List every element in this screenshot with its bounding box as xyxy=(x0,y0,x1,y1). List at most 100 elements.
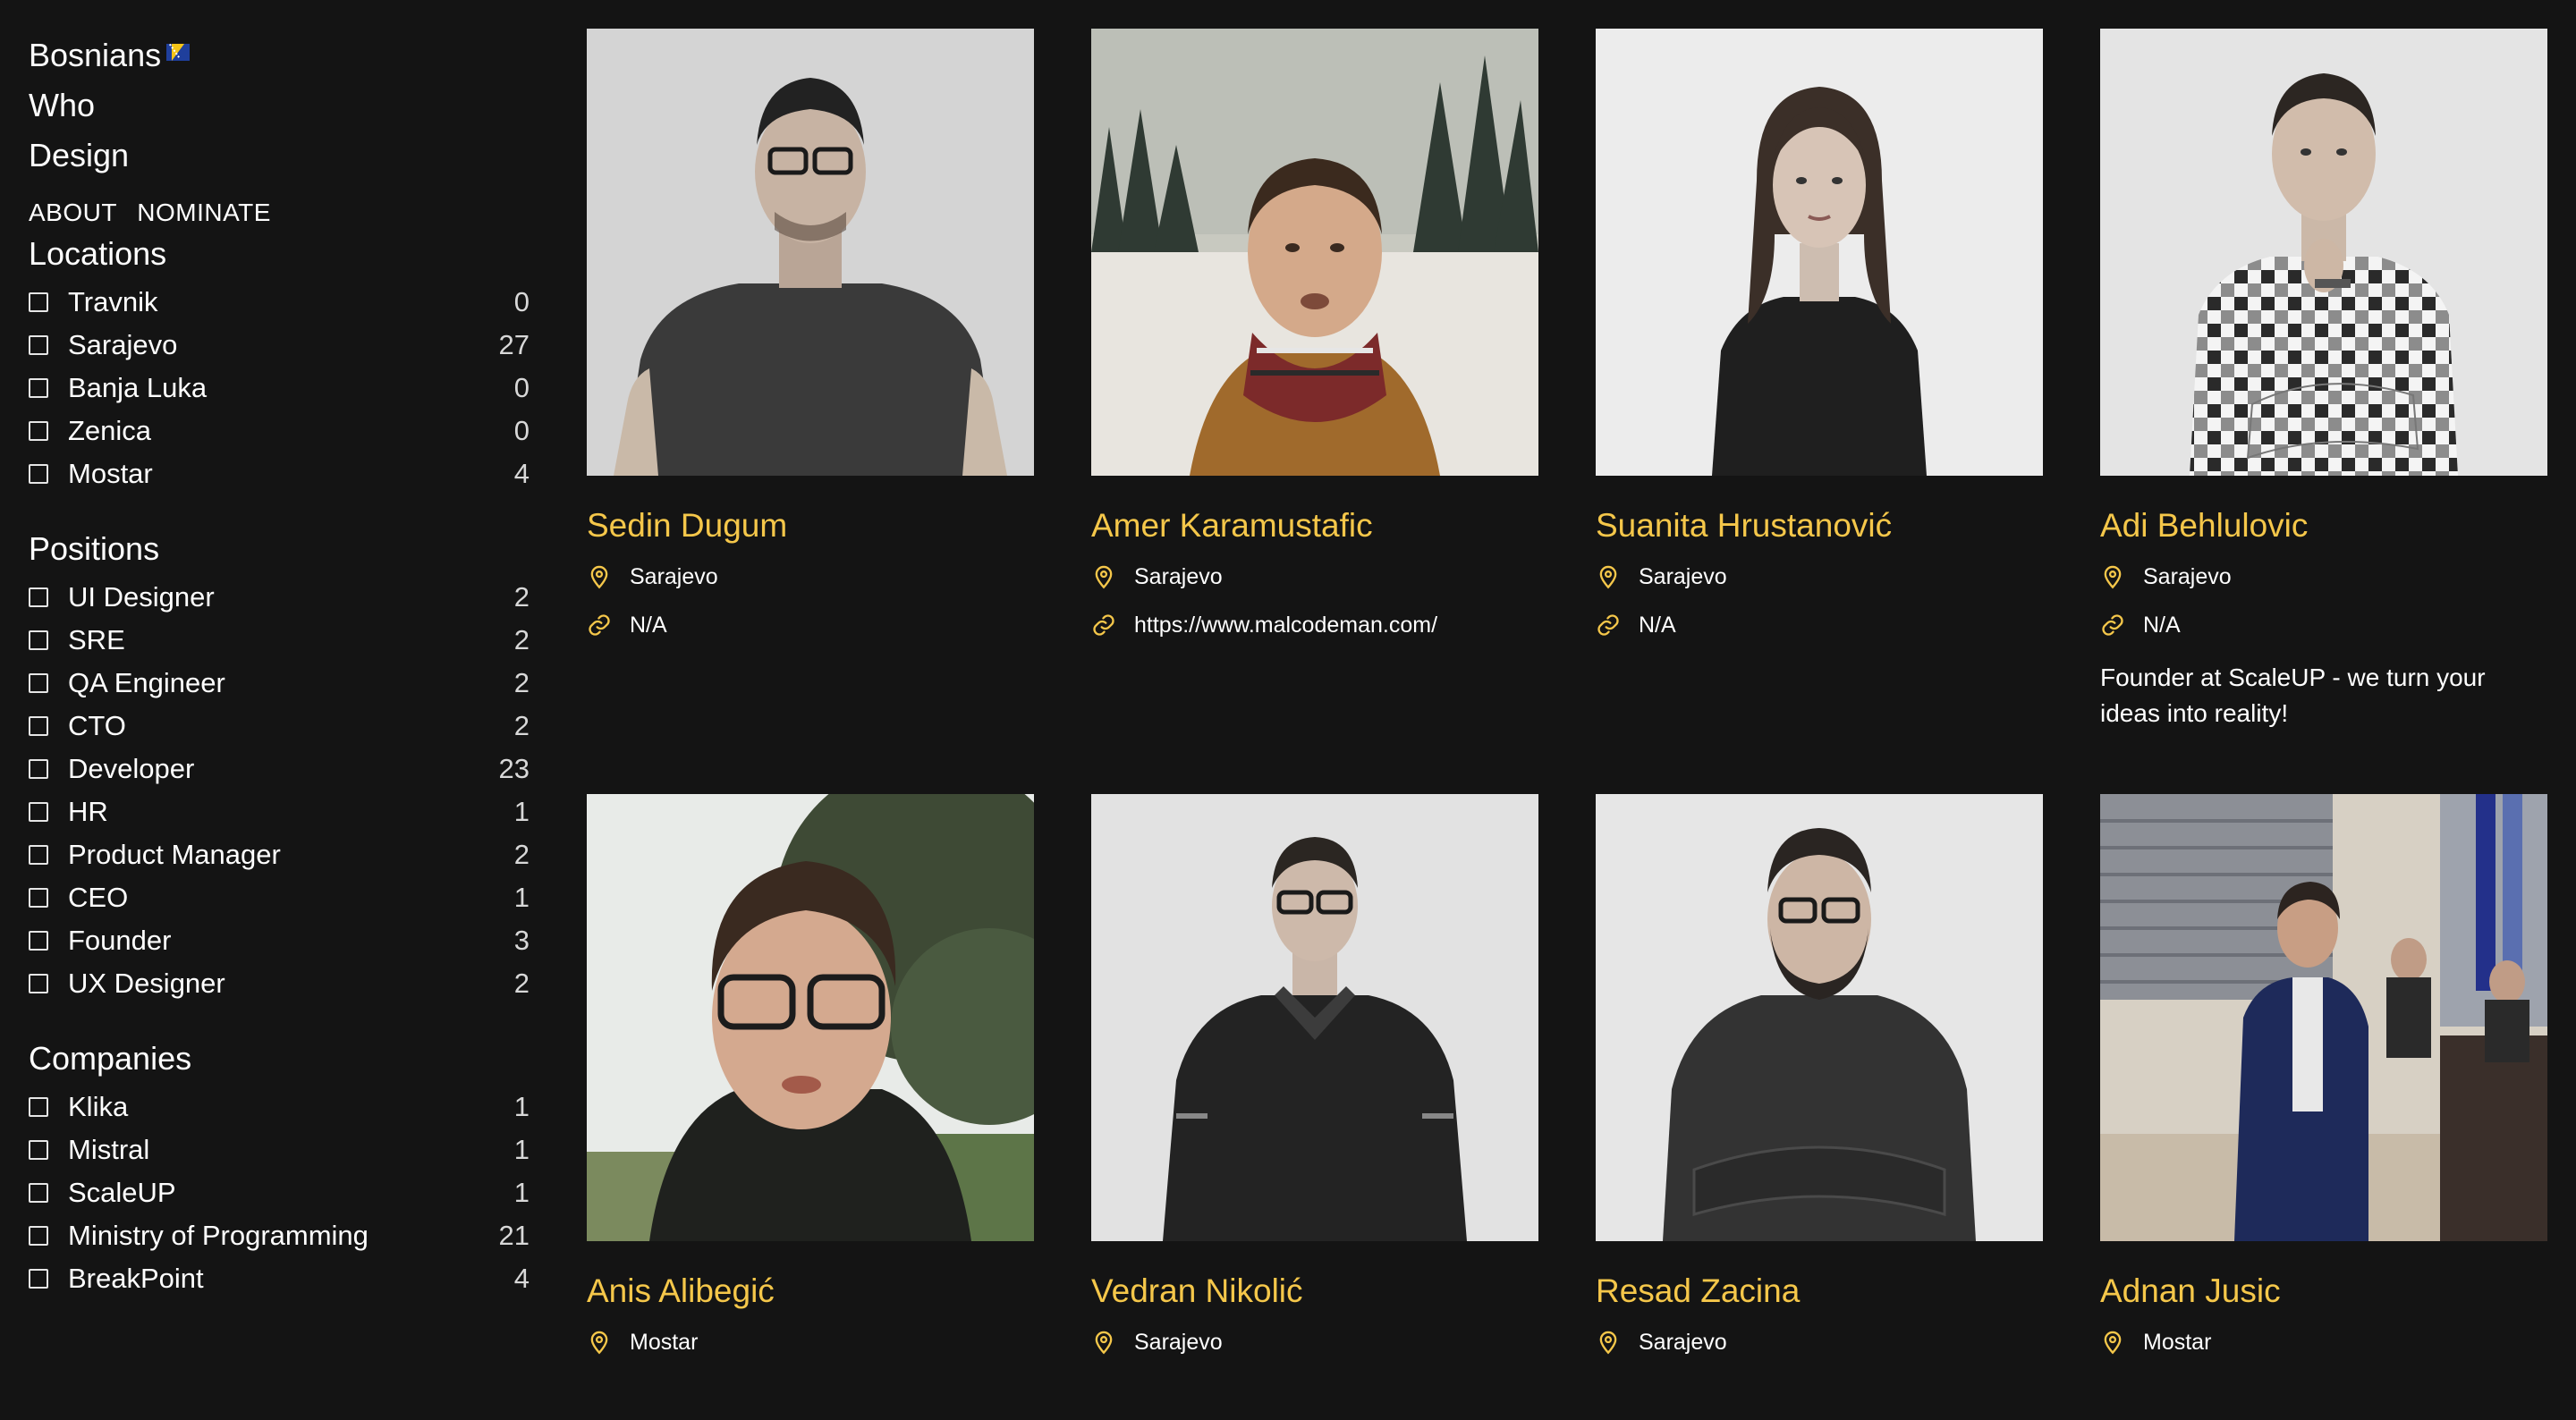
filter-item-ministry-of-programming[interactable]: Ministry of Programming 21 xyxy=(29,1214,530,1257)
person-card[interactable]: Anis Alibegić Mostar xyxy=(587,794,1034,1420)
filter-item-founder[interactable]: Founder 3 xyxy=(29,919,530,962)
filter-item-banja-luka[interactable]: Banja Luka 0 xyxy=(29,367,530,410)
filter-count: 1 xyxy=(513,882,530,913)
filter-label: Ministry of Programming xyxy=(68,1220,369,1251)
checkbox-icon[interactable] xyxy=(29,974,48,993)
person-photo[interactable] xyxy=(1596,794,2043,1241)
filter-item-ceo[interactable]: CEO 1 xyxy=(29,876,530,919)
checkbox-icon[interactable] xyxy=(29,673,48,693)
filter-count: 2 xyxy=(513,667,530,698)
person-photo[interactable] xyxy=(2100,794,2547,1241)
filter-label: Founder xyxy=(68,925,172,956)
link-text: N/A xyxy=(1639,612,1676,638)
checkbox-icon[interactable] xyxy=(29,845,48,865)
filter-count: 27 xyxy=(498,329,530,360)
person-name[interactable]: Anis Alibegić xyxy=(587,1272,1034,1311)
nav-about-link[interactable]: ABOUT xyxy=(29,199,117,226)
checkbox-icon[interactable] xyxy=(29,292,48,312)
checkbox-icon[interactable] xyxy=(29,1269,48,1289)
checkbox-icon[interactable] xyxy=(29,1183,48,1203)
filter-item-qa-engineer[interactable]: QA Engineer 2 xyxy=(29,662,530,705)
checkbox-icon[interactable] xyxy=(29,759,48,779)
website-link[interactable]: https://www.malcodeman.com/ xyxy=(1134,613,1437,638)
filter-item-mostar[interactable]: Mostar 4 xyxy=(29,452,530,495)
checkbox-icon[interactable] xyxy=(29,1140,48,1160)
checkbox-icon[interactable] xyxy=(29,1226,48,1246)
filter-item-product-manager[interactable]: Product Manager 2 xyxy=(29,833,530,876)
person-photo[interactable] xyxy=(587,794,1034,1241)
filter-item-travnik[interactable]: Travnik 0 xyxy=(29,281,530,324)
person-photo[interactable] xyxy=(1091,794,1538,1241)
filter-item-sarajevo[interactable]: Sarajevo 27 xyxy=(29,324,530,367)
person-location: Sarajevo xyxy=(1091,1325,1538,1359)
filter-item-mistral[interactable]: Mistral 1 xyxy=(29,1128,530,1171)
person-photo[interactable] xyxy=(587,29,1034,476)
checkbox-icon[interactable] xyxy=(29,335,48,355)
person-card[interactable]: Resad Zacina Sarajevo xyxy=(1596,794,2043,1420)
checkbox-icon[interactable] xyxy=(29,587,48,607)
filter-item-ux-designer[interactable]: UX Designer 2 xyxy=(29,962,530,1005)
location-text: Sarajevo xyxy=(1639,1329,1727,1355)
filter-count: 2 xyxy=(513,839,530,870)
filter-item-hr[interactable]: HR 1 xyxy=(29,790,530,833)
checkbox-icon[interactable] xyxy=(29,802,48,822)
filter-count: 0 xyxy=(513,286,530,317)
filter-item-sre[interactable]: SRE 2 xyxy=(29,619,530,662)
filter-count: 1 xyxy=(513,796,530,827)
person-name[interactable]: Vedran Nikolić xyxy=(1091,1272,1538,1311)
filter-count: 0 xyxy=(513,415,530,446)
filter-item-developer[interactable]: Developer 23 xyxy=(29,748,530,790)
person-card[interactable]: Sedin Dugum Sarajevo N/A xyxy=(587,29,1034,794)
checkbox-icon[interactable] xyxy=(29,931,48,951)
filter-label: UX Designer xyxy=(68,968,225,999)
location-text: Sarajevo xyxy=(630,563,718,589)
checkbox-icon[interactable] xyxy=(29,1097,48,1117)
filter-count: 2 xyxy=(513,581,530,613)
person-card[interactable]: Suanita Hrustanović Sarajevo N/A xyxy=(1596,29,2043,794)
map-pin-icon xyxy=(2104,565,2122,589)
checkbox-icon[interactable] xyxy=(29,630,48,650)
filter-item-cto[interactable]: CTO 2 xyxy=(29,705,530,748)
filter-count: 3 xyxy=(513,925,530,956)
filter-item-ui-designer[interactable]: UI Designer 2 xyxy=(29,576,530,619)
nav-nominate-link[interactable]: NOMINATE xyxy=(137,199,271,226)
checkbox-icon[interactable] xyxy=(29,716,48,736)
person-name[interactable]: Adnan Jusic xyxy=(2100,1272,2547,1311)
person-photo[interactable] xyxy=(2100,29,2547,476)
checkbox-icon[interactable] xyxy=(29,421,48,441)
person-card[interactable]: Adi Behlulovic Sarajevo N/A Founder at S… xyxy=(2100,29,2547,794)
link-text: N/A xyxy=(2143,612,2181,638)
filter-label: HR xyxy=(68,796,108,827)
person-name[interactable]: Sedin Dugum xyxy=(587,506,1034,545)
location-text: Mostar xyxy=(2143,1329,2212,1355)
person-location: Sarajevo xyxy=(587,560,1034,594)
logo-line-3: Design xyxy=(29,137,130,173)
filter-label: BreakPoint xyxy=(68,1263,204,1294)
person-photo[interactable] xyxy=(1091,29,1538,476)
checkbox-icon[interactable] xyxy=(29,378,48,398)
checkbox-icon[interactable] xyxy=(29,888,48,908)
filter-item-scaleup[interactable]: ScaleUP 1 xyxy=(29,1171,530,1214)
site-logo[interactable]: Bosnians Who Design xyxy=(29,30,530,181)
checkbox-icon[interactable] xyxy=(29,464,48,484)
filter-item-breakpoint[interactable]: BreakPoint 4 xyxy=(29,1257,530,1300)
link-icon xyxy=(1093,614,1114,636)
filter-item-klika[interactable]: Klika 1 xyxy=(29,1086,530,1128)
filter-count: 21 xyxy=(498,1220,530,1251)
person-name[interactable]: Adi Behlulovic xyxy=(2100,506,2547,545)
filter-item-zenica[interactable]: Zenica 0 xyxy=(29,410,530,452)
filter-group-positions: Positions UI Designer 2 SRE 2 QA Enginee… xyxy=(29,526,530,1005)
filter-list-positions: UI Designer 2 SRE 2 QA Engineer 2 CTO 2 … xyxy=(29,576,530,1005)
person-card[interactable]: Vedran Nikolić Sarajevo xyxy=(1091,794,1538,1420)
filter-title-positions: Positions xyxy=(29,530,160,567)
person-location: Mostar xyxy=(2100,1325,2547,1359)
person-name[interactable]: Resad Zacina xyxy=(1596,1272,2043,1311)
person-card[interactable]: Adnan Jusic Mostar xyxy=(2100,794,2547,1420)
person-name[interactable]: Suanita Hrustanović xyxy=(1596,506,2043,545)
person-name[interactable]: Amer Karamustafic xyxy=(1091,506,1538,545)
map-pin-icon xyxy=(1599,1331,1617,1355)
filter-count: 1 xyxy=(513,1091,530,1122)
person-photo[interactable] xyxy=(1596,29,2043,476)
person-location: Sarajevo xyxy=(1091,560,1538,594)
person-card[interactable]: Amer Karamustafic Sarajevo https://www.m… xyxy=(1091,29,1538,794)
